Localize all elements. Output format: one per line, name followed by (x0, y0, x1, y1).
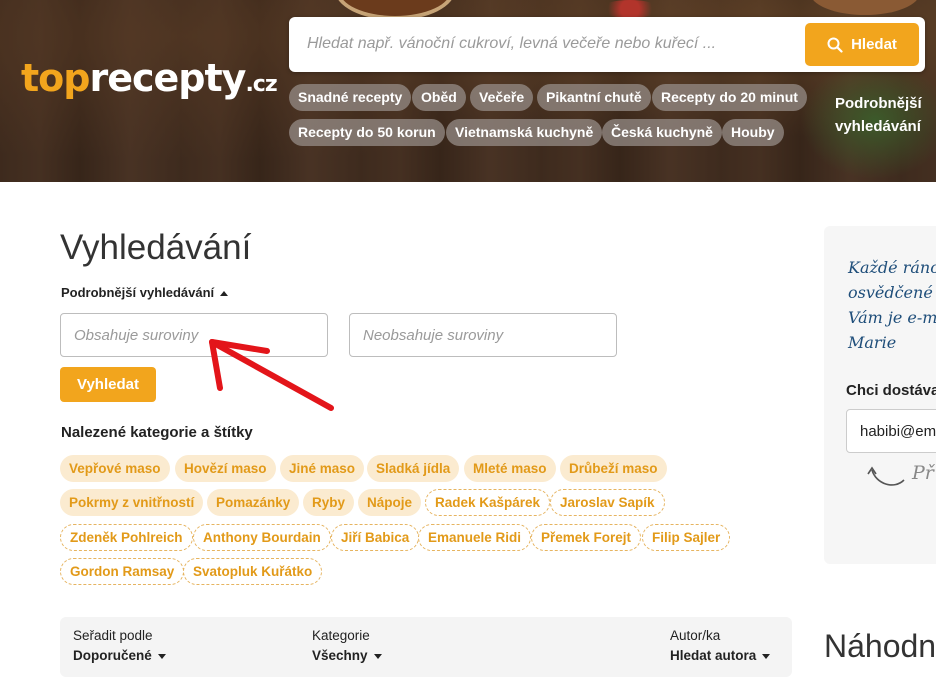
author-chip[interactable]: Svatopluk Kuřátko (183, 558, 323, 585)
category-chip[interactable]: Nápoje (358, 489, 422, 516)
site-logo[interactable]: toprecepty.cz (21, 56, 278, 100)
category-chip[interactable]: Hovězí maso (175, 455, 276, 482)
sort-bar (60, 617, 792, 677)
category-chip[interactable]: Pokrmy z vnitřností (60, 489, 204, 516)
excludes-ingredients-input[interactable]: Neobsahuje suroviny (349, 313, 617, 357)
random-recipe-heading: Náhodn (824, 628, 936, 664)
author-value: Hledat autora (670, 648, 757, 663)
logo-part-recepty: recepty (89, 56, 246, 100)
author-chip[interactable]: Anthony Bourdain (193, 524, 331, 551)
search-button-label: Hledat (851, 36, 897, 53)
author-chip[interactable]: Zdeněk Pohlreich (60, 524, 193, 551)
author-dropdown[interactable]: Hledat autora (670, 648, 771, 663)
email-value: habibi@em (860, 423, 936, 440)
handwritten-note: Př (912, 462, 934, 484)
peppercorn-image (600, 0, 660, 18)
newsletter-email-field[interactable]: habibi@em (846, 409, 936, 453)
sort-by-label: Seřadit podle (73, 628, 153, 643)
advanced-search-link[interactable]: Podrobnější vyhledávání (835, 92, 922, 138)
category-value: Všechny (312, 648, 368, 663)
red-annotation-arrow-icon (209, 339, 334, 411)
advanced-link-line2: vyhledávání (835, 118, 921, 135)
quick-tag[interactable]: Recepty do 50 korun (289, 119, 445, 146)
author-chip[interactable]: Gordon Ramsay (60, 558, 185, 585)
advanced-toggle-label: Podrobnější vyhledávání (61, 285, 215, 300)
advanced-link-line1: Podrobnější (835, 95, 922, 112)
quick-tag[interactable]: Vietnamská kuchyně (446, 119, 603, 146)
category-chip[interactable]: Pomazánky (207, 489, 300, 516)
caret-down-icon (373, 653, 382, 659)
author-chip[interactable]: Jaroslav Sapík (550, 489, 665, 516)
newsletter-text-line: Marie (848, 333, 897, 352)
category-chip[interactable]: Mleté maso (464, 455, 556, 482)
author-chip[interactable]: Radek Kašpárek (425, 489, 551, 516)
author-chip[interactable]: Filip Sajler (642, 524, 731, 551)
subscribe-label: Chci dostáva (846, 382, 936, 399)
excludes-placeholder: Neobsahuje suroviny (363, 327, 504, 344)
header-search-input[interactable]: Hledat např. vánoční cukroví, levná veče… (289, 17, 925, 72)
search-placeholder: Hledat např. vánoční cukroví, levná veče… (307, 35, 717, 52)
logo-part-top: top (21, 56, 90, 100)
author-chip[interactable]: Jiří Babica (331, 524, 420, 551)
newsletter-text: Každé ráno osvědčené r Vám je e-ma Marie (848, 255, 936, 355)
quick-tag[interactable]: Česká kuchyně (602, 119, 722, 146)
page-title: Vyhledávání (60, 228, 252, 267)
newsletter-text-line: Vám je e-ma (848, 308, 936, 327)
header-banner: toprecepty.cz Hledat např. vánoční cukro… (0, 0, 936, 182)
quick-tag[interactable]: Snadné recepty (289, 84, 412, 111)
search-icon (827, 37, 843, 53)
caret-down-icon (762, 653, 771, 659)
quick-tag[interactable]: Recepty do 20 minut (652, 84, 807, 111)
sort-by-dropdown[interactable]: Doporučené (73, 648, 166, 663)
curved-arrow-icon (867, 466, 905, 486)
author-chip[interactable]: Přemek Forejt (531, 524, 642, 551)
found-categories-heading: Nalezené kategorie a štítky (61, 424, 253, 441)
caret-up-icon (220, 291, 229, 297)
spice-bowl-image (810, 0, 920, 15)
advanced-search-toggle[interactable]: Podrobnější vyhledávání (61, 285, 229, 300)
category-chip[interactable]: Sladká jídla (367, 455, 460, 482)
quick-tag[interactable]: Večeře (470, 84, 534, 111)
author-chip[interactable]: Emanuele Ridi (418, 524, 532, 551)
newsletter-text-line: Každé ráno (848, 258, 936, 277)
search-submit-button[interactable]: Vyhledat (60, 367, 156, 402)
category-chip[interactable]: Ryby (303, 489, 355, 516)
category-label: Kategorie (312, 628, 370, 643)
logo-tld: .cz (245, 72, 277, 97)
author-label: Autor/ka (670, 628, 721, 643)
quick-tag[interactable]: Oběd (412, 84, 466, 111)
sort-by-value: Doporučené (73, 648, 152, 663)
quick-tag[interactable]: Pikantní chutě (537, 84, 651, 111)
newsletter-text-line: osvědčené r (848, 283, 936, 302)
category-chip[interactable]: Jiné maso (280, 455, 365, 482)
category-dropdown[interactable]: Všechny (312, 648, 382, 663)
category-chip[interactable]: Drůbeží maso (560, 455, 667, 482)
category-chip[interactable]: Vepřové maso (60, 455, 170, 482)
header-search-button[interactable]: Hledat (805, 23, 919, 66)
caret-down-icon (157, 653, 166, 659)
contains-placeholder: Obsahuje suroviny (74, 327, 199, 344)
quick-tag[interactable]: Houby (722, 119, 784, 146)
